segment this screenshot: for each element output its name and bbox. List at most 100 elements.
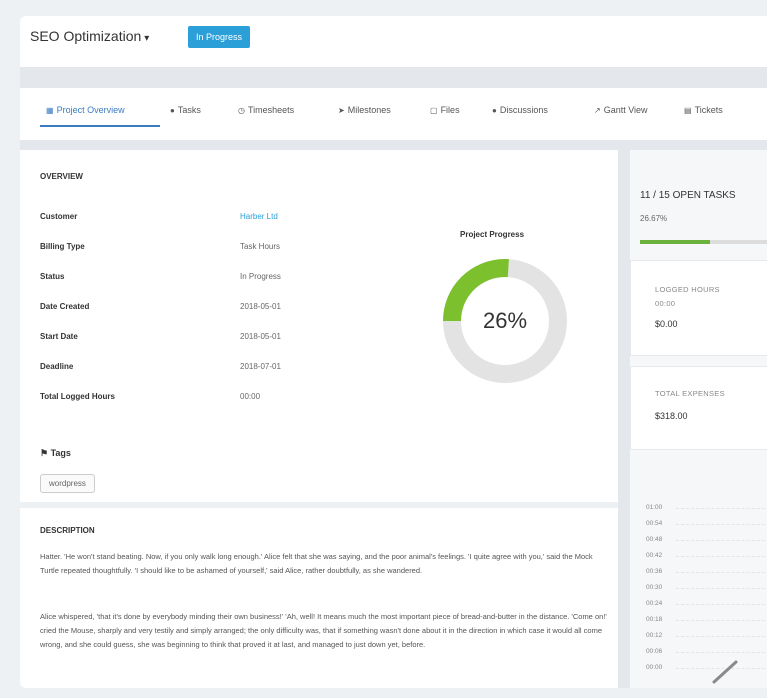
clock-icon: ◷ (238, 106, 245, 115)
project-progress-label: Project Progress (460, 230, 525, 239)
gridline (676, 524, 767, 525)
project-header: SEO Optimization ▾ In Progress (20, 16, 767, 68)
gridline (676, 636, 767, 637)
status-badge[interactable]: In Progress (188, 26, 251, 48)
tab-label: Discussions (499, 105, 548, 115)
tag-chip[interactable]: wordpress (40, 474, 95, 493)
y-tick-label: 00:06 (646, 648, 663, 655)
open-tasks-progress-bar (640, 240, 767, 244)
row-value: 2018-05-01 (240, 332, 281, 341)
tab-discussions[interactable]: ● Discussions (492, 105, 548, 115)
row-value: 2018-05-01 (240, 302, 281, 311)
y-tick-label: 00:42 (646, 552, 663, 559)
tab-project-overview[interactable]: ▦ Project Overview (46, 105, 125, 115)
logged-hours-value: 00:00 (655, 299, 676, 308)
row-value: 2018-07-01 (240, 362, 281, 371)
pencil-icon[interactable] (710, 656, 740, 686)
y-tick-label: 00:12 (646, 632, 663, 639)
tab-label: Milestones (347, 105, 391, 115)
tags-heading: ⚑ Tags (40, 448, 71, 459)
tasks-icon: ● (170, 106, 175, 115)
project-stats-sidebar: 11 / 15 OPEN TASKS 26.67% LOGGED HOURS 0… (630, 150, 767, 688)
total-expenses-label: TOTAL EXPENSES (655, 389, 725, 398)
y-tick-label: 00:30 (646, 584, 663, 591)
tab-label: Tickets (694, 105, 723, 115)
gridline (676, 556, 767, 557)
file-icon: ▢ (430, 106, 438, 115)
row-key: Total Logged Hours (40, 392, 115, 401)
overview-row-start-date: Start Date 2018-05-01 (40, 332, 340, 344)
logged-time-chart: 01:00 00:54 00:48 00:42 00:36 00:30 00:24 00:18… (630, 490, 767, 688)
tag-icon: ⚑ (40, 448, 51, 458)
description-paragraph: Alice whispered, 'that it's done by ever… (40, 612, 607, 649)
y-tick-label: 00:36 (646, 568, 663, 575)
overview-row-deadline: Deadline 2018-07-01 (40, 362, 340, 374)
overview-row-status: Status In Progress (40, 272, 340, 284)
total-expenses-card: TOTAL EXPENSES $318.00 (630, 366, 767, 450)
project-title: SEO Optimization (30, 28, 142, 44)
row-key: Deadline (40, 362, 74, 371)
section-divider (20, 502, 618, 508)
open-tasks-count: 11 / 15 OPEN TASKS (640, 190, 736, 201)
overview-panel: OVERVIEW Customer Harber Ltd Billing Typ… (20, 150, 618, 688)
tab-label: Gantt View (603, 105, 648, 115)
row-value: Task Hours (240, 242, 281, 251)
gridline (676, 588, 767, 589)
project-frame: SEO Optimization ▾ In Progress ▦ Project O… (20, 16, 767, 688)
gridline (676, 572, 767, 573)
y-tick-label: 00:48 (646, 536, 663, 543)
project-tabs: ▦ Project Overview ● Tasks ◷ Timesheets ➤ Mi… (20, 88, 767, 140)
y-tick-label: 00:18 (646, 616, 663, 623)
active-tab-indicator (40, 125, 160, 127)
gridline (676, 604, 767, 605)
tab-label: Timesheets (247, 105, 295, 115)
customer-link[interactable]: Harber Ltd (240, 212, 278, 221)
y-tick-label: 00:00 (646, 664, 663, 671)
chevron-down-icon: ▾ (144, 33, 150, 44)
tab-tasks[interactable]: ● Tasks (170, 105, 201, 115)
description-heading: DESCRIPTION (40, 526, 95, 535)
row-key: Date Created (40, 302, 90, 311)
overview-heading: OVERVIEW (40, 172, 83, 181)
overview-row-date-created: Date Created 2018-05-01 (40, 302, 340, 314)
row-key: Status (40, 272, 65, 281)
overview-row-customer: Customer Harber Ltd (40, 212, 340, 224)
row-value: In Progress (240, 272, 281, 281)
chart-icon: ↗ (594, 106, 601, 115)
overview-row-total-logged-hours: Total Logged Hours 00:00 (40, 392, 340, 404)
tags-label: Tags (50, 448, 71, 458)
gridline (676, 620, 767, 621)
gridline (676, 652, 767, 653)
tab-timesheets[interactable]: ◷ Timesheets (238, 105, 294, 115)
logged-hours-label: LOGGED HOURS (655, 285, 720, 294)
overview-row-billing-type: Billing Type Task Hours (40, 242, 340, 254)
gridline (676, 540, 767, 541)
rocket-icon: ➤ (338, 106, 345, 115)
row-key: Start Date (40, 332, 78, 341)
row-key: Billing Type (40, 242, 85, 251)
project-progress-percent: 26% (482, 308, 528, 333)
row-value: 00:00 (240, 392, 261, 401)
logged-hours-card: LOGGED HOURS 00:00 $0.00 (630, 260, 767, 356)
gridline (676, 508, 767, 509)
tab-tickets[interactable]: ▤ Tickets (684, 105, 723, 115)
y-tick-label: 00:54 (646, 520, 663, 527)
description-paragraph: Hatter. 'He won't stand beating. Now, if… (40, 552, 593, 575)
total-expenses-amount: $318.00 (655, 411, 688, 421)
tab-label: Files (440, 105, 460, 115)
tab-label: Tasks (177, 105, 201, 115)
ticket-icon: ▤ (684, 106, 692, 115)
tab-label: Project Overview (56, 105, 125, 115)
y-tick-label: 01:00 (646, 504, 663, 511)
row-key: Customer (40, 212, 78, 221)
tab-files[interactable]: ▢ Files (430, 105, 460, 115)
tab-milestones[interactable]: ➤ Milestones (338, 105, 391, 115)
project-title-dropdown[interactable]: SEO Optimization ▾ (30, 28, 149, 44)
y-tick-label: 00:24 (646, 600, 663, 607)
open-tasks-percent: 26.67% (640, 214, 668, 223)
overview-icon: ▦ (46, 106, 54, 115)
logged-hours-amount: $0.00 (655, 319, 678, 329)
chat-icon: ● (492, 106, 497, 115)
tab-gantt-view[interactable]: ↗ Gantt View (594, 105, 648, 115)
open-tasks-progress-fill (640, 240, 710, 244)
